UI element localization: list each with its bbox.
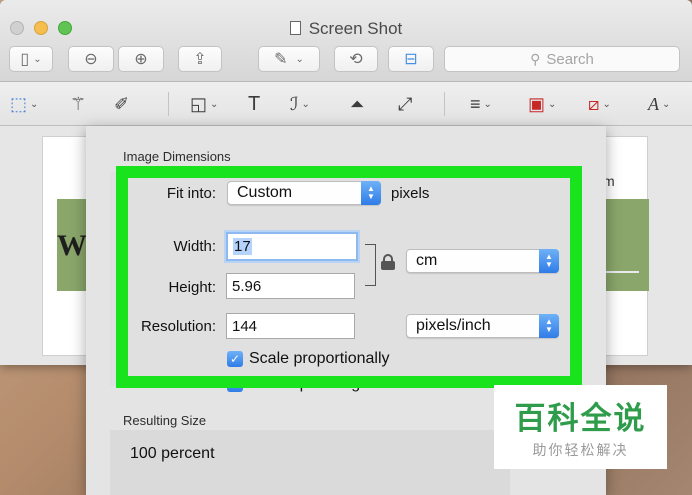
chevron-down-icon: ⌄ xyxy=(483,98,492,110)
search-icon: ⚲ xyxy=(530,50,541,67)
rotate-button[interactable]: ⟲ xyxy=(334,46,378,72)
text-style-tool[interactable]: A ⌄ xyxy=(648,92,670,116)
width-value: 17 xyxy=(233,238,252,255)
page-image-region xyxy=(601,199,649,291)
line-style-icon: ≡ xyxy=(470,93,481,114)
document-page-right: m xyxy=(600,136,649,356)
document-icon xyxy=(289,21,301,35)
fill-color-tool[interactable]: ⧄ ⌄ xyxy=(588,92,611,116)
image-dimensions-label: Image Dimensions xyxy=(123,149,231,164)
watermark-title: 百科全说 xyxy=(514,401,647,436)
text-icon: T xyxy=(248,92,261,115)
page-text-fragment: W xyxy=(57,229,87,262)
chevron-down-icon: ⌄ xyxy=(33,53,42,65)
chevron-down-icon: ⌄ xyxy=(301,98,310,110)
proportion-bracket xyxy=(365,244,376,286)
share-icon: ⇪ xyxy=(193,51,207,68)
zoom-in-button[interactable]: ⊕ xyxy=(118,46,164,72)
page-line xyxy=(603,271,639,273)
share-button[interactable]: ⇪ xyxy=(178,46,222,72)
window-title-text: Screen Shot xyxy=(308,19,403,38)
size-unit-popup[interactable]: cm ▲ ▼ xyxy=(406,249,559,273)
resample-image-label: Resample image xyxy=(249,375,370,392)
text-style-icon: A xyxy=(648,93,659,114)
resample-image-checkbox[interactable]: ✓ xyxy=(227,376,243,392)
shapes-icon: ◱ xyxy=(190,93,208,114)
pen-icon: ✎ xyxy=(274,51,288,68)
resolution-field[interactable]: 144 xyxy=(226,313,355,339)
fit-into-popup[interactable]: Custom ▲ ▼ xyxy=(227,181,381,205)
popup-arrows-icon: ▲ ▼ xyxy=(539,249,559,273)
titlebar: Screen Shot ▯ ⌄ ⊖ ⊕ ⇪ ✎ ⌄ ⟲ ⊟ ⚲ Search xyxy=(0,0,692,82)
toolbar-divider xyxy=(168,92,169,116)
chevron-down-icon: ⌄ xyxy=(602,98,611,110)
magic-wand-icon: ⚚ xyxy=(70,93,87,114)
resulting-size-value: 100 percent xyxy=(130,445,215,462)
chevron-down-icon: ⌄ xyxy=(30,98,39,110)
window-title: Screen Shot xyxy=(0,19,692,39)
popup-arrows-icon: ▲ ▼ xyxy=(539,314,559,338)
signature-icon: ℐ xyxy=(290,93,299,114)
text-tool[interactable]: T xyxy=(248,92,260,116)
sketch-tool[interactable]: ✐ xyxy=(114,92,129,116)
sketch-pen-icon: ✐ xyxy=(114,93,130,114)
rotate-icon: ⟲ xyxy=(349,51,363,68)
fill-color-icon: ⧄ xyxy=(588,93,600,114)
search-placeholder: Search xyxy=(546,50,594,68)
zoom-in-icon: ⊕ xyxy=(134,51,148,68)
adjust-size-tool[interactable]: ⤢ xyxy=(398,92,412,116)
adjust-color-icon: ⏶ xyxy=(350,93,365,114)
size-unit-value: cm xyxy=(416,252,438,269)
toolbox-icon: ⊟ xyxy=(404,51,418,68)
fit-into-value: Custom xyxy=(237,184,293,201)
chevron-down-icon: ⌄ xyxy=(210,98,219,110)
checkmark-icon: ✓ xyxy=(229,377,241,391)
adjust-color-tool[interactable]: ⏶ xyxy=(350,92,364,116)
chevron-down-icon: ⌄ xyxy=(295,53,304,65)
sidebar-icon: ▯ xyxy=(20,51,30,68)
resolution-label: Resolution: xyxy=(140,318,216,335)
search-field[interactable]: ⚲ Search xyxy=(444,46,680,72)
toolbar-divider xyxy=(444,92,445,116)
resolution-unit-popup[interactable]: pixels/inch ▲ ▼ xyxy=(406,314,559,338)
scale-proportionally-label: Scale proportionally xyxy=(249,350,390,367)
zoom-out-icon: ⊖ xyxy=(84,51,98,68)
lock-icon[interactable] xyxy=(381,254,395,270)
fit-into-unit: pixels xyxy=(391,185,430,202)
border-color-tool[interactable]: ▣ ⌄ xyxy=(528,92,556,116)
resulting-size-label: Resulting Size xyxy=(123,413,207,428)
popup-arrows-icon: ▲ ▼ xyxy=(361,181,381,205)
height-label: Height: xyxy=(168,279,216,296)
height-value: 5.96 xyxy=(232,277,262,295)
instant-alpha-tool[interactable]: ⚚ xyxy=(70,92,86,116)
markup-toolbar-button[interactable]: ✎ ⌄ xyxy=(258,46,320,72)
checkmark-icon: ✓ xyxy=(229,352,241,366)
resolution-unit-value: pixels/inch xyxy=(416,317,491,334)
chevron-down-icon: ⌄ xyxy=(662,98,671,110)
watermark-logo: 百科全说 助你轻松解决 xyxy=(494,385,667,469)
chevron-down-icon: ⌄ xyxy=(548,98,557,110)
rectangular-selection-icon: ⬚ xyxy=(10,93,28,114)
fit-into-label: Fit into: xyxy=(166,185,216,202)
resize-icon: ⤢ xyxy=(398,93,413,114)
watermark-subtitle: 助你轻松解决 xyxy=(532,442,629,458)
border-color-icon: ▣ xyxy=(528,93,546,114)
scale-proportionally-checkbox[interactable]: ✓ xyxy=(227,351,243,367)
signature-tool[interactable]: ℐ ⌄ xyxy=(290,92,310,116)
width-field[interactable]: 17 xyxy=(226,232,358,261)
width-label: Width: xyxy=(173,238,216,255)
toolbox-button[interactable]: ⊟ xyxy=(388,46,434,72)
resolution-value: 144 xyxy=(232,317,258,335)
height-field[interactable]: 5.96 xyxy=(226,273,355,299)
sidebar-view-button[interactable]: ▯ ⌄ xyxy=(9,46,53,72)
line-style-tool[interactable]: ≡ ⌄ xyxy=(470,92,492,116)
markup-toolbar: ⬚ ⌄ ⚚ ✐ ◱ ⌄ T ℐ ⌄ ⏶ ⤢ ≡ ⌄ ▣ ⌄ ⧄ ⌄ A ⌄ xyxy=(0,82,692,126)
zoom-out-button[interactable]: ⊖ xyxy=(68,46,114,72)
shapes-tool[interactable]: ◱ ⌄ xyxy=(190,92,218,116)
selection-tool[interactable]: ⬚ ⌄ xyxy=(10,92,38,116)
